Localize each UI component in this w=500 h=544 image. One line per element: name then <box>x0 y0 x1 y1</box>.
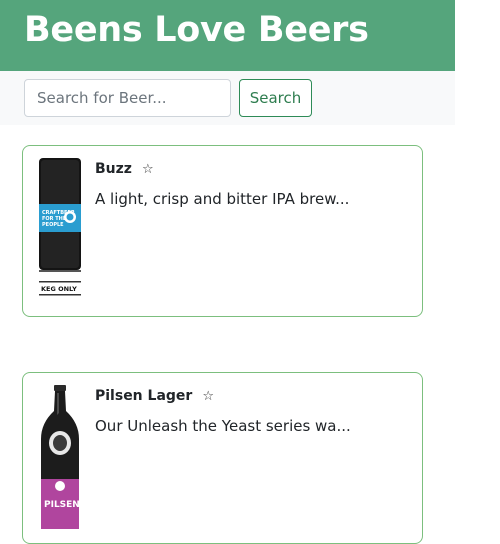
beer-description: A light, crisp and bitter IPA brew... <box>95 190 350 208</box>
keg-label-text: KEG ONLY <box>41 285 77 293</box>
beer-description: Our Unleash the Yeast series wa... <box>95 417 351 435</box>
beer-keg-image: CRAFTBEER FOR THE PEOPLE KEG ONLY <box>39 158 81 296</box>
bottle-label-text: PILSEN <box>44 500 80 510</box>
search-button[interactable]: Search <box>239 79 312 117</box>
favorite-star-icon[interactable]: ☆ <box>202 389 214 404</box>
beer-name: Buzz ☆ <box>95 161 154 177</box>
svg-text:PEOPLE: PEOPLE <box>42 222 64 228</box>
search-input[interactable] <box>24 79 231 117</box>
beer-card[interactable]: CRAFTBEER FOR THE PEOPLE KEG ONLY Buzz ☆ … <box>22 145 423 317</box>
beer-name: Pilsen Lager ☆ <box>95 388 214 404</box>
app-header: Beens Love Beers <box>0 0 455 71</box>
beer-card[interactable]: PILSEN Pilsen Lager ☆ Our Unleash the Yea… <box>22 372 423 544</box>
favorite-star-icon[interactable]: ☆ <box>142 162 154 177</box>
beer-bottle-image: PILSEN <box>41 385 80 529</box>
beer-name-text: Buzz <box>95 161 132 177</box>
app-title: Beens Love Beers <box>24 10 369 50</box>
search-bar: Search <box>0 71 455 125</box>
beer-name-text: Pilsen Lager <box>95 388 193 404</box>
